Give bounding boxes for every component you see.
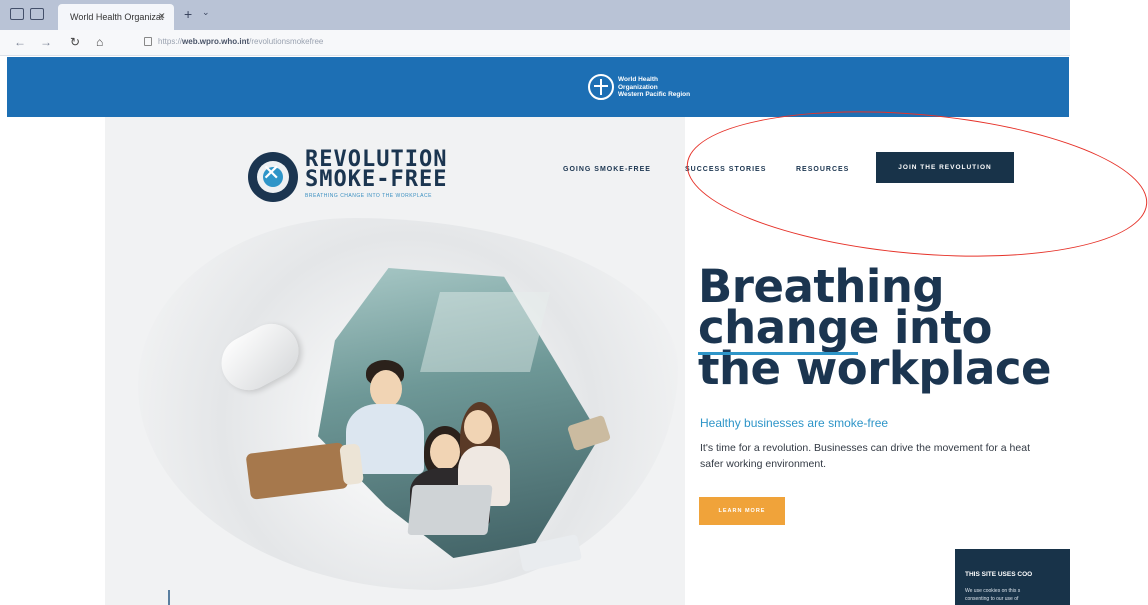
cookie-line-1: We use cookies on this s <box>965 588 1021 594</box>
who-emblem-icon[interactable] <box>588 74 614 100</box>
browser-address-bar: ← → ↻ ⌂ https://web.wpro.who.int/revolut… <box>0 30 1070 56</box>
nav-going-smoke-free[interactable]: GOING SMOKE-FREE <box>563 166 651 173</box>
who-banner <box>7 57 1069 117</box>
cookie-title: THIS SITE USES COO <box>965 571 1033 578</box>
url-path: /revolutionsmokefree <box>249 37 324 46</box>
browser-tab-bar: World Health Organizat ✕ + ⌄ <box>0 0 1070 30</box>
logo-x-icon: ✕ <box>262 161 281 186</box>
hero-title: Breathing change into the workplace <box>698 264 1052 391</box>
hero-body-line-1: It's time for a revolution. Businesses c… <box>700 442 1030 454</box>
hero-subtitle: Healthy businesses are smoke-free <box>700 416 889 430</box>
brand-wordmark[interactable]: REVOLUTION SMOKE-FREE <box>305 149 448 192</box>
who-org-name[interactable]: World Health Organization Western Pacifi… <box>618 76 690 99</box>
back-icon[interactable]: ← <box>14 35 26 49</box>
office-window <box>420 292 550 372</box>
tab-actions-icon[interactable] <box>10 8 24 20</box>
page: World Health Organizat ✕ + ⌄ ← → ↻ ⌂ htt… <box>0 0 1148 605</box>
person-head <box>464 410 492 444</box>
brand-tagline: BREATHING CHANGE INTO THE WORKPLACE <box>305 193 432 199</box>
who-line-3: Western Pacific Region <box>618 91 691 98</box>
cookie-banner: THIS SITE USES COO We use cookies on thi… <box>955 549 1070 605</box>
home-icon[interactable]: ⌂ <box>96 35 103 49</box>
hero-title-underline <box>698 352 858 355</box>
cookie-body: We use cookies on this s consenting to o… <box>965 587 1070 603</box>
who-line-1: World Health <box>618 76 658 83</box>
cookie-line-2: consenting to our use of <box>965 596 1019 602</box>
nav-success-stories[interactable]: SUCCESS STORIES <box>685 166 766 173</box>
url-prefix: https:// <box>158 37 183 46</box>
hero-body-text: It's time for a revolution. Businesses c… <box>700 440 1070 472</box>
lock-icon <box>144 37 152 46</box>
join-the-revolution-button[interactable]: JOIN THE REVOLUTION <box>876 152 1014 183</box>
new-tab-icon[interactable]: + <box>184 6 192 22</box>
who-line-2: Organization <box>618 83 658 91</box>
learn-more-button[interactable]: LEARN MORE <box>699 497 785 525</box>
person-head <box>430 434 460 470</box>
url-field[interactable]: https://web.wpro.who.int/revolutionsmoke… <box>158 37 323 46</box>
url-host: web.wpro.who.int <box>182 37 250 46</box>
scroll-indicator <box>168 590 170 605</box>
laptop <box>407 485 493 535</box>
chevron-down-icon[interactable]: ⌄ <box>202 7 210 18</box>
browser-tab[interactable]: World Health Organizat ✕ <box>58 4 174 30</box>
forward-icon[interactable]: → <box>40 35 52 49</box>
tab-sidebar-icon[interactable] <box>30 8 44 20</box>
tab-title: World Health Organizat <box>70 12 164 22</box>
refresh-icon[interactable]: ↻ <box>70 35 80 49</box>
hero-body-line-2: safer working environment. <box>700 458 827 470</box>
nav-resources[interactable]: RESOURCES <box>796 166 849 173</box>
person-head <box>370 370 402 408</box>
brand-line-2: SMOKE-FREE <box>305 167 448 192</box>
annotation-ellipse <box>680 94 1148 274</box>
close-icon[interactable]: ✕ <box>158 11 166 22</box>
